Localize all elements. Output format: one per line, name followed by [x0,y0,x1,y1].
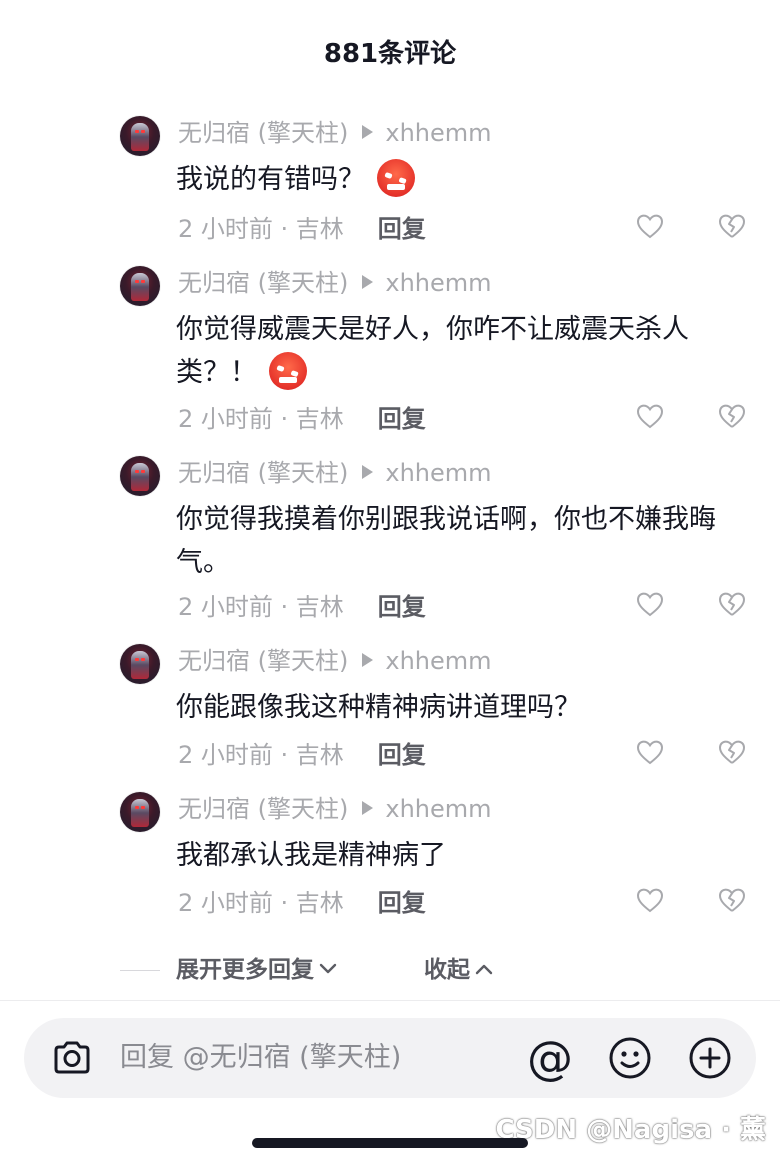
reply-arrow-icon [362,801,374,815]
reply-meta: 2 小时前 · 吉林 回复 [178,590,426,624]
reply-text: 你能跟像我这种精神病讲道理吗？ [176,692,581,723]
reply-meta: 2 小时前 · 吉林 回复 [178,738,426,772]
collapse-button[interactable]: 收起 [424,952,494,988]
reply-author-row: 无归宿 (擎天柱) xhhemm [178,792,492,826]
reply-meta: 2 小时前 · 吉林 回复 [178,886,426,920]
reply-meta: 2 小时前 · 吉林 回复 [178,402,426,436]
reply-to-user[interactable]: xhhemm [385,459,491,487]
collapse-label: 收起 [424,957,470,983]
dislike-icon[interactable] [718,739,746,767]
angry-face-emoji-icon [377,158,415,197]
reply-text-block: 我都承认我是精神病了 [176,834,736,877]
avatar[interactable] [120,792,160,832]
emoji-icon[interactable] [606,1034,654,1082]
divider-line [120,970,160,971]
plus-icon[interactable] [686,1034,734,1082]
heart-icon[interactable] [636,213,664,241]
expand-more-replies-button[interactable]: 展开更多回复 [176,952,338,988]
home-indicator[interactable] [252,1138,528,1148]
dislike-icon[interactable] [718,403,746,431]
reply-button[interactable]: 回复 [378,405,426,433]
reply-time-location: 2 小时前 · 吉林 [178,889,344,917]
avatar[interactable] [120,116,160,156]
reply-text: 我说的有错吗？ [176,164,365,195]
heart-icon[interactable] [636,739,664,767]
reply-author-row: 无归宿 (擎天柱) xhhemm [178,644,492,678]
reply-input-placeholder[interactable]: 回复 @无归宿 (擎天柱) [120,1038,401,1078]
reply-arrow-icon [362,465,374,479]
reply-text-block: 你觉得威震天是好人，你咋不让威震天杀人类？！ [176,308,736,394]
reply-arrow-icon [362,653,374,667]
camera-icon[interactable] [50,1036,94,1080]
dislike-icon[interactable] [718,887,746,915]
reply-arrow-icon [362,275,374,289]
reply-time-location: 2 小时前 · 吉林 [178,405,344,433]
divider [0,1000,780,1001]
heart-icon[interactable] [636,403,664,431]
reply-arrow-icon [362,125,374,139]
reply-to-user[interactable]: xhhemm [385,647,491,675]
expand-more-label: 展开更多回复 [176,957,314,983]
reply-author-row: 无归宿 (擎天柱) xhhemm [178,456,492,490]
reply-button[interactable]: 回复 [378,741,426,769]
reply-author[interactable]: 无归宿 (擎天柱) [178,119,348,147]
heart-icon[interactable] [636,591,664,619]
reply-meta: 2 小时前 · 吉林 回复 [178,212,426,246]
reply-author-row: 无归宿 (擎天柱) xhhemm [178,266,492,300]
reply-time-location: 2 小时前 · 吉林 [178,593,344,621]
reply-to-user[interactable]: xhhemm [385,269,491,297]
reply-input-bar[interactable]: 回复 @无归宿 (擎天柱) @ [24,1018,756,1098]
reply-text-block: 你觉得我摸着你别跟我说话啊，你也不嫌我晦气。 [176,498,736,584]
reply-author[interactable]: 无归宿 (擎天柱) [178,795,348,823]
reply-text: 你觉得威震天是好人，你咋不让威震天杀人类？！ [176,314,689,388]
reply-author[interactable]: 无归宿 (擎天柱) [178,269,348,297]
reply-button[interactable]: 回复 [378,215,426,243]
chevron-up-icon [475,964,493,974]
reply-button[interactable]: 回复 [378,593,426,621]
reply-text: 我都承认我是精神病了 [176,840,446,871]
reply-author-row: 无归宿 (擎天柱) xhhemm [178,116,492,150]
watermark: CSDN @Nagisa · 薰 [495,1115,766,1145]
dislike-icon[interactable] [718,591,746,619]
reply-to-user[interactable]: xhhemm [385,119,491,147]
reply-text-block: 我说的有错吗？ [176,158,736,201]
reply-author[interactable]: 无归宿 (擎天柱) [178,459,348,487]
thread-actions: 展开更多回复 收起 [0,952,780,988]
reply-author[interactable]: 无归宿 (擎天柱) [178,647,348,675]
reply-to-user[interactable]: xhhemm [385,795,491,823]
avatar[interactable] [120,644,160,684]
reply-time-location: 2 小时前 · 吉林 [178,741,344,769]
reply-button[interactable]: 回复 [378,889,426,917]
page-title: 881条评论 [323,39,457,69]
avatar[interactable] [120,266,160,306]
reply-text-block: 你能跟像我这种精神病讲道理吗？ [176,686,736,729]
avatar[interactable] [120,456,160,496]
angry-face-emoji-icon [269,351,307,390]
reply-time-location: 2 小时前 · 吉林 [178,215,344,243]
at-icon[interactable]: @ [526,1034,574,1082]
dislike-icon[interactable] [718,213,746,241]
heart-icon[interactable] [636,887,664,915]
chevron-down-icon [319,963,337,973]
reply-text: 你觉得我摸着你别跟我说话啊，你也不嫌我晦气。 [176,504,716,578]
